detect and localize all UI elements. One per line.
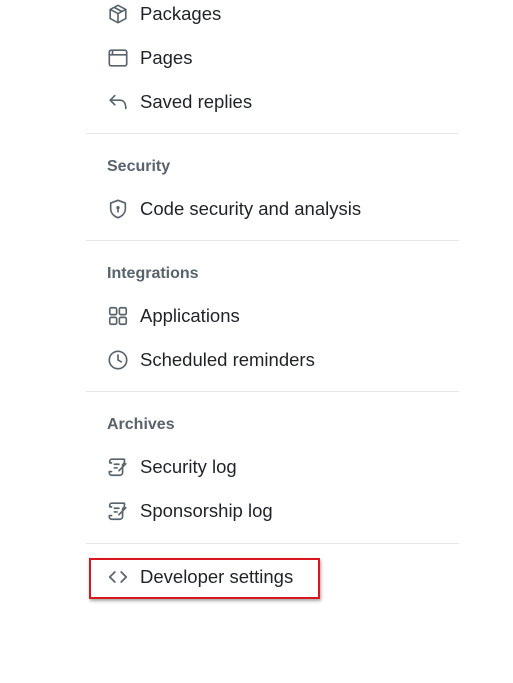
sidebar-item-label: Applications xyxy=(140,305,240,326)
sidebar-item-code-security[interactable]: Code security and analysis xyxy=(86,193,459,225)
section-heading-security: Security xyxy=(107,158,171,175)
sidebar-item-label: Code security and analysis xyxy=(140,198,362,219)
sidebar-item-scheduled-reminders[interactable]: Scheduled reminders xyxy=(86,344,459,376)
shield-lock-icon xyxy=(106,197,130,221)
log-icon xyxy=(106,499,130,523)
sidebar-item-label: Sponsorship log xyxy=(140,500,273,521)
apps-icon xyxy=(106,304,130,328)
clock-icon xyxy=(106,348,130,372)
reply-icon xyxy=(106,90,130,114)
sidebar-item-sponsorship-log[interactable]: Sponsorship log xyxy=(86,495,459,527)
sidebar-item-saved-replies[interactable]: Saved replies xyxy=(86,86,459,118)
section-divider xyxy=(86,133,459,134)
sidebar-item-pages[interactable]: Pages xyxy=(86,42,459,74)
sidebar-item-label: Saved replies xyxy=(140,91,253,112)
log-icon xyxy=(106,455,130,479)
browser-icon xyxy=(106,46,130,70)
sidebar-item-security-log[interactable]: Security log xyxy=(86,451,459,483)
sidebar-item-label: Scheduled reminders xyxy=(140,349,315,370)
package-icon xyxy=(106,2,130,26)
sidebar-item-applications[interactable]: Applications xyxy=(86,300,459,332)
sidebar-item-label: Security log xyxy=(140,456,237,477)
section-divider xyxy=(86,543,459,544)
section-divider xyxy=(86,240,459,241)
section-heading-integrations: Integrations xyxy=(107,265,199,282)
sidebar-item-packages[interactable]: Packages xyxy=(86,0,459,30)
section-divider xyxy=(86,391,459,392)
section-heading-archives: Archives xyxy=(107,416,175,433)
highlight-box xyxy=(89,558,320,599)
sidebar-item-label: Pages xyxy=(140,47,193,68)
sidebar-item-label: Packages xyxy=(140,3,222,24)
